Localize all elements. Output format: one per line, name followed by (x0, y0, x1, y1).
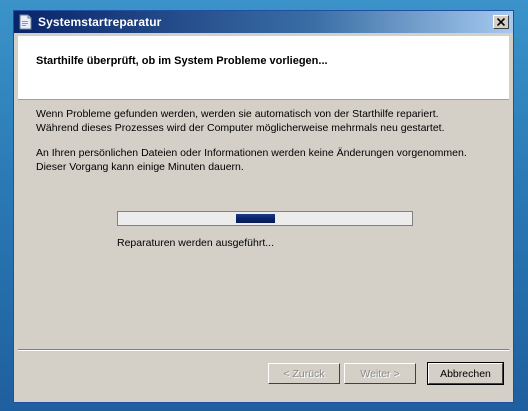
dialog-content: Wenn Probleme gefunden werden, werden si… (36, 107, 496, 185)
info-line-2: Während dieses Prozesses wird der Comput… (36, 122, 445, 134)
progress-status-text: Reparaturen werden ausgeführt... (117, 237, 275, 249)
title-bar[interactable]: Systemstartreparatur (14, 11, 513, 33)
info-paragraph-2: An Ihren persönlichen Dateien oder Infor… (36, 146, 496, 174)
document-icon (18, 14, 32, 30)
repair-dialog-window: Systemstartreparatur Starthilfe überprüf… (13, 10, 514, 403)
info-line-4: Dieser Vorgang kann einige Minuten dauer… (36, 161, 244, 173)
info-line-1: Wenn Probleme gefunden werden, werden si… (36, 108, 439, 120)
dialog-header: Starthilfe überprüft, ob im System Probl… (18, 36, 509, 100)
window-title: Systemstartreparatur (38, 15, 162, 29)
back-button[interactable]: < Zurück (268, 363, 340, 384)
progress-bar (117, 211, 413, 226)
info-paragraph-1: Wenn Probleme gefunden werden, werden si… (36, 107, 496, 135)
cancel-button[interactable]: Abbrechen (427, 362, 504, 385)
progress-marquee-chunk (236, 214, 275, 223)
header-title: Starthilfe überprüft, ob im System Probl… (36, 55, 328, 67)
close-button[interactable] (493, 15, 509, 29)
footer-divider (18, 349, 509, 351)
info-line-3: An Ihren persönlichen Dateien oder Infor… (36, 147, 467, 159)
next-button[interactable]: Weiter > (344, 363, 416, 384)
close-icon (497, 18, 505, 26)
